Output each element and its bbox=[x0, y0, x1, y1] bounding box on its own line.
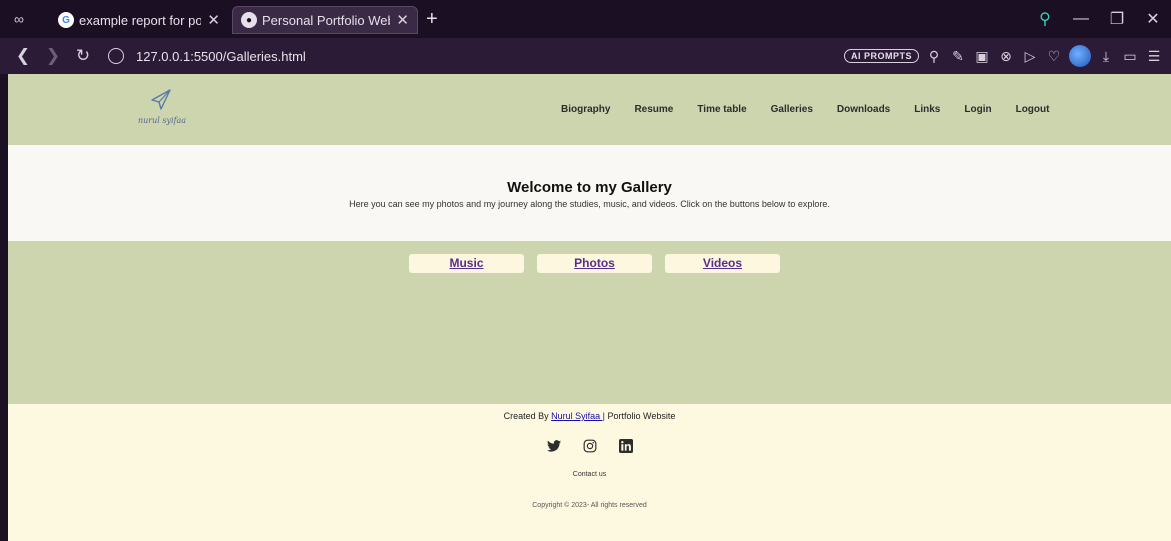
social-links bbox=[8, 439, 1171, 453]
logo-text: nurul syifaa bbox=[137, 116, 187, 125]
site-logo[interactable]: nurul syifaa bbox=[132, 88, 192, 130]
heart-icon[interactable]: ♡ bbox=[1045, 48, 1063, 65]
search-icon[interactable]: ⚲ bbox=[1027, 9, 1063, 29]
instagram-icon[interactable] bbox=[583, 439, 597, 453]
nav-galleries[interactable]: Galleries bbox=[771, 104, 813, 115]
close-icon[interactable]: ✕ bbox=[207, 11, 220, 29]
page-viewport: nurul syifaa Biography Resume Time table… bbox=[8, 74, 1171, 541]
tab-title: Personal Portfolio Website bbox=[262, 12, 390, 28]
twitter-icon[interactable] bbox=[546, 439, 561, 453]
toolbar-tools: AI PROMPTS ⚲ ✎ ▣ ⊗ ▷ ♡ ⤓ ▭ ☰ bbox=[843, 38, 1163, 74]
nav-resume[interactable]: Resume bbox=[634, 104, 673, 115]
credit-prefix: Created By bbox=[503, 411, 552, 421]
browser-tab-portfolio[interactable]: ● Personal Portfolio Website ✕ bbox=[232, 6, 418, 34]
nav-login[interactable]: Login bbox=[964, 104, 991, 115]
main-nav: Biography Resume Time table Galleries Do… bbox=[561, 104, 1073, 115]
nav-biography[interactable]: Biography bbox=[561, 104, 610, 115]
send-icon[interactable]: ▷ bbox=[1021, 48, 1039, 65]
site-header: nurul syifaa Biography Resume Time table… bbox=[8, 74, 1171, 145]
edit-icon[interactable]: ✎ bbox=[949, 48, 967, 65]
camera-icon[interactable]: ▣ bbox=[973, 48, 991, 65]
search-icon[interactable]: ⚲ bbox=[925, 48, 943, 65]
block-icon[interactable]: ⊗ bbox=[997, 48, 1015, 65]
battery-icon[interactable]: ▭ bbox=[1121, 48, 1139, 65]
nav-downloads[interactable]: Downloads bbox=[837, 104, 890, 115]
footer-credit: Created By Nurul Syifaa | Portfolio Webs… bbox=[8, 411, 1171, 421]
browser-tab-bar: ∞ G example report for portfoli ✕ ● Pers… bbox=[0, 0, 1171, 38]
nav-time-table[interactable]: Time table bbox=[697, 104, 746, 115]
window-controls: ⚲ — ❐ ✕ bbox=[1027, 0, 1171, 38]
nav-links[interactable]: Links bbox=[914, 104, 940, 115]
forward-button[interactable]: ❯ bbox=[38, 46, 68, 66]
google-icon: G bbox=[58, 12, 74, 28]
copyright-text: Copyright © 2023- All rights reserved bbox=[532, 502, 647, 509]
back-button[interactable]: ❮ bbox=[8, 46, 38, 66]
new-tab-button[interactable]: + bbox=[426, 8, 438, 30]
linkedin-icon[interactable] bbox=[618, 439, 633, 453]
photos-button[interactable]: Photos bbox=[537, 254, 652, 273]
site-footer: Created By Nurul Syifaa | Portfolio Webs… bbox=[8, 404, 1171, 541]
reload-button[interactable]: ↻ bbox=[68, 46, 98, 66]
avatar[interactable] bbox=[1069, 45, 1091, 67]
nav-logout[interactable]: Logout bbox=[1016, 104, 1050, 115]
ai-prompts-button[interactable]: AI PROMPTS bbox=[843, 49, 919, 63]
url-input[interactable]: 127.0.0.1:5500/Galleries.html bbox=[136, 49, 306, 64]
tab-title: example report for portfoli bbox=[79, 12, 202, 28]
contact-link[interactable]: Contact us bbox=[8, 471, 1171, 478]
maximize-button[interactable]: ❐ bbox=[1099, 9, 1135, 29]
tab-menu-icon[interactable]: ∞ bbox=[0, 0, 38, 38]
globe-icon: ● bbox=[241, 12, 257, 28]
browser-tab-example-report[interactable]: G example report for portfoli ✕ bbox=[50, 6, 228, 34]
author-link[interactable]: Nurul Syifaa | bbox=[551, 411, 605, 421]
close-window-button[interactable]: ✕ bbox=[1135, 9, 1171, 29]
close-icon[interactable]: ✕ bbox=[396, 11, 409, 29]
paper-plane-icon bbox=[151, 89, 171, 110]
credit-suffix: Portfolio Website bbox=[605, 411, 676, 421]
address-bar: ❮ ❯ ↻ 127.0.0.1:5500/Galleries.html AI P… bbox=[0, 38, 1171, 74]
download-icon[interactable]: ⤓ bbox=[1097, 48, 1115, 65]
menu-icon[interactable]: ☰ bbox=[1145, 48, 1163, 65]
hero-section: Welcome to my Gallery Here you can see m… bbox=[8, 145, 1171, 241]
gallery-buttons-section: Music Photos Videos bbox=[8, 241, 1171, 404]
minimize-button[interactable]: — bbox=[1063, 10, 1099, 28]
page-title: Welcome to my Gallery bbox=[507, 179, 672, 196]
videos-button[interactable]: Videos bbox=[665, 254, 780, 273]
page-subtitle: Here you can see my photos and my journe… bbox=[349, 199, 830, 209]
music-button[interactable]: Music bbox=[409, 254, 524, 273]
site-info-icon[interactable] bbox=[108, 48, 124, 64]
